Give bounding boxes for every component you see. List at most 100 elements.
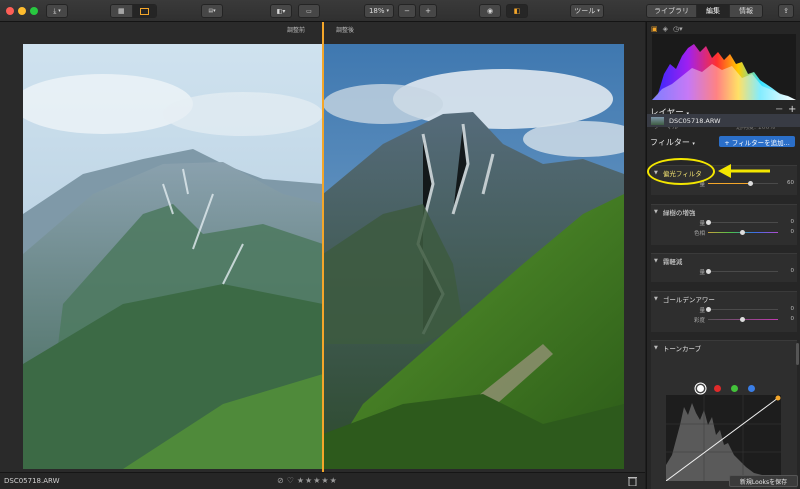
chevron-down-icon: ▾: [386, 8, 390, 14]
disclosure-triangle-icon: ▼: [654, 208, 658, 215]
disclosure-triangle-icon: ▼: [654, 295, 658, 302]
eye-icon: ◉: [486, 7, 494, 15]
slider-track[interactable]: [708, 222, 778, 223]
chevron-down-icon: ▾: [597, 8, 600, 14]
slider-row[interactable]: 量 0: [651, 218, 797, 228]
close-window-button[interactable]: [6, 7, 14, 15]
filter-header[interactable]: ▼ 霧軽減: [651, 254, 797, 267]
zoom-dropdown[interactable]: 18% ▾: [364, 4, 394, 18]
photo-preview[interactable]: [23, 44, 624, 469]
annotation-arrow-icon: [718, 164, 770, 178]
mode-switcher[interactable]: ライブラリ 編集 情報: [646, 4, 763, 18]
slider-value: 60: [787, 180, 794, 186]
slider-knob[interactable]: [747, 181, 753, 186]
filmstrip-button[interactable]: ▭: [298, 4, 320, 18]
reject-icon[interactable]: ⊘: [277, 476, 284, 485]
save-looks-button[interactable]: 新規Looksを保存: [729, 475, 798, 487]
star-rating[interactable]: ★★★★★: [297, 476, 338, 485]
slider-row[interactable]: 量 0: [651, 267, 797, 277]
filter-header[interactable]: ▼ トーンカーブ: [651, 341, 797, 354]
history-icon[interactable]: ◷▾: [673, 25, 683, 33]
image-icon[interactable]: ▣: [651, 25, 658, 33]
sidebar-icon: ◧▾: [276, 7, 286, 15]
zoom-in-button[interactable]: +: [419, 4, 437, 18]
slider-knob[interactable]: [740, 230, 745, 235]
slider-knob[interactable]: [706, 269, 711, 274]
toolbar: ⤓ ▾ ▦ ▤▾ ◧▾ ▭ 18% ▾ − + ◉ ◧ ツール ▾ ライブラリ 編…: [0, 0, 800, 22]
before-label: 調整前: [287, 27, 306, 34]
share-button[interactable]: ⇪: [778, 4, 794, 18]
compare-button[interactable]: ◧: [506, 4, 528, 18]
slider-row[interactable]: 彩度 0: [651, 315, 797, 325]
minimize-window-button[interactable]: [18, 7, 26, 15]
slider-track[interactable]: [708, 271, 778, 272]
single-view-button[interactable]: [132, 5, 156, 17]
trash-icon[interactable]: [628, 476, 637, 486]
curve-channel-rgb[interactable]: [697, 385, 704, 392]
panel-scrollbar[interactable]: [796, 343, 799, 365]
filter-header[interactable]: ▼ 緑樹の増強: [651, 205, 797, 218]
bottom-bar: DSC05718.ARW ⊘ ♡ ★★★★★: [0, 472, 645, 489]
curve-point[interactable]: [775, 395, 781, 401]
image-canvas[interactable]: 調整前 調整後: [0, 22, 645, 472]
tools-menu[interactable]: ツール ▾: [570, 4, 604, 18]
layer-row[interactable]: DSC05718.ARW: [647, 114, 800, 127]
filter-name: トーンカーブ: [662, 344, 702, 353]
filmstrip-icon: ▭: [306, 7, 312, 15]
mountain-photo: [23, 44, 624, 469]
filter-name: ゴールデンアワー: [662, 295, 715, 304]
add-filter-button[interactable]: + フィルターを追加...: [719, 136, 795, 147]
filters-title[interactable]: フィルター ▾: [650, 137, 695, 148]
slider-label: 色相: [693, 231, 705, 237]
layer-thumbnail: [651, 116, 664, 125]
zoom-out-button[interactable]: −: [398, 4, 416, 18]
slider-label: 量: [699, 221, 705, 227]
slider-knob[interactable]: [706, 307, 711, 312]
slider-knob[interactable]: [740, 317, 745, 322]
filter-golden-hour: ▼ ゴールデンアワー 量 0 彩度 0: [651, 291, 797, 332]
rating-controls: ⊘ ♡ ★★★★★: [277, 476, 338, 485]
heart-icon[interactable]: ♡: [287, 476, 294, 485]
layer-name: DSC05718.ARW: [669, 116, 721, 125]
slider-row[interactable]: 量 0: [651, 305, 797, 315]
view-mode-toggle[interactable]: ▦: [110, 4, 157, 18]
compare-divider-handle[interactable]: [322, 22, 324, 472]
sort-button[interactable]: ▤▾: [201, 4, 223, 18]
tools-label: ツール: [574, 7, 596, 15]
minus-icon: −: [404, 7, 410, 15]
preview-button[interactable]: ◉: [479, 4, 501, 18]
slider-value: 0: [790, 316, 795, 322]
curve-channel-green[interactable]: [731, 385, 738, 392]
filter-dehaze: ▼ 霧軽減 量 0: [651, 253, 797, 282]
grid-icon: ▦: [118, 7, 125, 15]
curve-channel-red[interactable]: [714, 385, 721, 392]
sort-icon: ▤▾: [208, 8, 216, 14]
curve-channel-blue[interactable]: [748, 385, 755, 392]
tab-edit[interactable]: 編集: [697, 5, 730, 17]
single-image-icon: [139, 7, 149, 15]
import-button[interactable]: ⤓ ▾: [46, 4, 68, 18]
layers-icon[interactable]: ◈: [663, 25, 668, 33]
tone-curve-graph[interactable]: [666, 395, 781, 481]
slider-row[interactable]: 色相 0: [651, 228, 797, 238]
zoom-value: 18%: [368, 7, 385, 15]
filter-header[interactable]: ▼ ゴールデンアワー: [651, 292, 797, 305]
slider-knob[interactable]: [706, 220, 711, 225]
filter-name: 霧軽減: [662, 257, 683, 266]
tab-library[interactable]: ライブラリ: [647, 5, 697, 17]
slider-track[interactable]: [708, 183, 778, 184]
disclosure-triangle-icon: ▼: [654, 257, 658, 264]
zoom-window-button[interactable]: [30, 7, 38, 15]
highlight-ellipse: [647, 158, 715, 185]
chevron-down-icon: ▾: [58, 8, 61, 14]
adjustments-panel: ▣ ◈ ◷▾ レイヤー ▾ − + ノーマル 透明度: 100% ✺▾ DSC0…: [646, 22, 800, 489]
disclosure-triangle-icon: ▼: [654, 344, 658, 351]
plus-icon: +: [425, 7, 431, 15]
slider-track[interactable]: [708, 309, 778, 310]
tab-info[interactable]: 情報: [730, 5, 762, 17]
download-icon: ⤓: [53, 6, 57, 15]
filter-name: 緑樹の増強: [662, 208, 696, 217]
grid-view-button[interactable]: ▦: [111, 5, 133, 17]
slider-label: 彩度: [693, 318, 705, 324]
sidebar-toggle-button[interactable]: ◧▾: [270, 4, 292, 18]
